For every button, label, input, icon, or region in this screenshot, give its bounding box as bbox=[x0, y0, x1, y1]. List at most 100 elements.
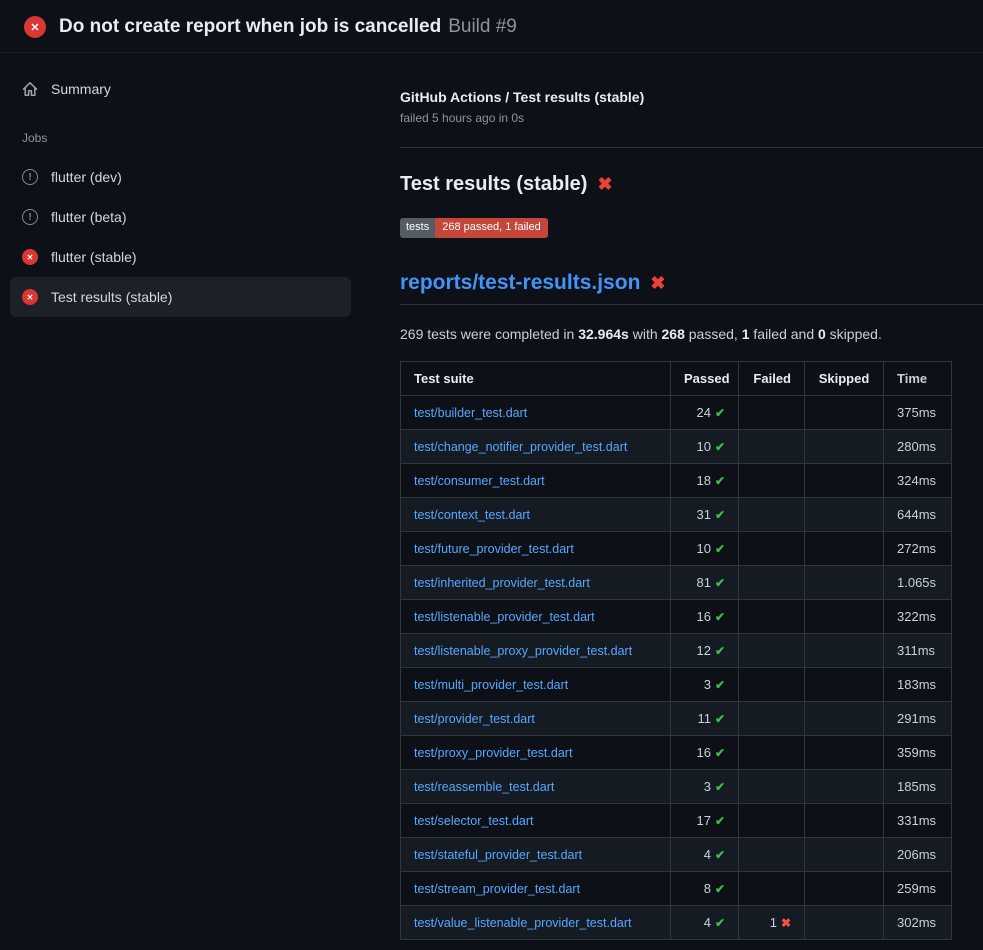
suite-link[interactable]: test/change_notifier_provider_test.dart bbox=[414, 440, 627, 454]
table-row: test/consumer_test.dart18✔324ms bbox=[401, 464, 952, 498]
passed-count: 16 bbox=[696, 745, 710, 760]
sidebar-item-summary[interactable]: Summary bbox=[10, 69, 351, 109]
suite-link[interactable]: test/selector_test.dart bbox=[414, 814, 534, 828]
home-icon bbox=[22, 81, 38, 97]
skipped-cell bbox=[805, 430, 884, 464]
suite-link[interactable]: test/future_provider_test.dart bbox=[414, 542, 574, 556]
summary-part: with bbox=[629, 326, 662, 342]
sidebar-item-label: Summary bbox=[51, 81, 111, 97]
suite-link[interactable]: test/provider_test.dart bbox=[414, 712, 535, 726]
check-icon: ✔ bbox=[715, 440, 725, 454]
passed-cell: 4✔ bbox=[671, 906, 739, 940]
table-row: test/selector_test.dart17✔331ms bbox=[401, 804, 952, 838]
col-header-passed: Passed bbox=[671, 362, 739, 396]
failed-x-icon: ✖ bbox=[650, 273, 665, 294]
passed-count: 16 bbox=[696, 609, 710, 624]
passed-cell: 3✔ bbox=[671, 770, 739, 804]
suite-link[interactable]: test/builder_test.dart bbox=[414, 406, 527, 420]
table-row: test/proxy_provider_test.dart 16✔ 359ms bbox=[401, 736, 952, 770]
check-icon: ✔ bbox=[715, 916, 725, 930]
suite-link[interactable]: test/value_listenable_provider_test.dart bbox=[414, 916, 632, 930]
skipped-cell bbox=[805, 396, 884, 430]
time-cell: 280ms bbox=[884, 430, 952, 464]
time-cell: 359ms bbox=[884, 736, 952, 770]
sidebar-item-job[interactable]: ✕Test results (stable) bbox=[10, 277, 351, 317]
time-cell: 375ms bbox=[884, 396, 952, 430]
check-icon: ✔ bbox=[715, 678, 725, 692]
table-row: test/stream_provider_test.dart8✔259ms bbox=[401, 872, 952, 906]
report-file-link[interactable]: reports/test-results.json bbox=[400, 271, 640, 295]
table-row: test/provider_test.dart11✔291ms bbox=[401, 702, 952, 736]
failed-cell bbox=[739, 600, 805, 634]
time-cell: 324ms bbox=[884, 464, 952, 498]
failed-cell bbox=[739, 736, 805, 770]
passed-count: 31 bbox=[696, 507, 710, 522]
passed-cell: 12✔ bbox=[671, 634, 739, 668]
suite-link[interactable]: test/listenable_provider_test.dart bbox=[414, 610, 595, 624]
summary-text: 269 tests were completed in 32.964s with… bbox=[400, 326, 983, 342]
cross-icon: ✖ bbox=[781, 916, 791, 930]
suite-cell: test/stateful_provider_test.dart bbox=[401, 838, 671, 872]
failed-cell bbox=[739, 770, 805, 804]
tests-badge: tests 268 passed, 1 failed bbox=[400, 218, 548, 238]
sidebar-item-job[interactable]: !flutter (beta) bbox=[10, 197, 351, 237]
table-row: test/builder_test.dart24✔375ms bbox=[401, 396, 952, 430]
build-number: Build #9 bbox=[448, 16, 517, 38]
passed-cell: 8✔ bbox=[671, 872, 739, 906]
suite-link[interactable]: test/stream_provider_test.dart bbox=[414, 882, 580, 896]
skipped-cell bbox=[805, 668, 884, 702]
sidebar-item-job[interactable]: !flutter (dev) bbox=[10, 157, 351, 197]
table-row: test/listenable_proxy_provider_test.dart… bbox=[401, 634, 952, 668]
suite-link[interactable]: test/proxy_provider_test.dart bbox=[414, 746, 572, 760]
check-icon: ✔ bbox=[715, 474, 725, 488]
time-cell: 331ms bbox=[884, 804, 952, 838]
passed-cell: 81✔ bbox=[671, 566, 739, 600]
check-icon: ✔ bbox=[715, 780, 725, 794]
skipped-cell bbox=[805, 600, 884, 634]
section-heading: Test results (stable) ✖ bbox=[400, 173, 983, 196]
passed-cell: 11✔ bbox=[671, 702, 739, 736]
summary-skipped-count: 0 bbox=[818, 326, 826, 342]
sidebar-item-label: Test results (stable) bbox=[51, 289, 172, 305]
suite-cell: test/listenable_provider_test.dart bbox=[401, 600, 671, 634]
suite-link[interactable]: test/listenable_proxy_provider_test.dart bbox=[414, 644, 632, 658]
suite-link[interactable]: test/stateful_provider_test.dart bbox=[414, 848, 582, 862]
passed-count: 4 bbox=[704, 915, 711, 930]
check-icon: ✔ bbox=[715, 848, 725, 862]
jobs-section-label: Jobs bbox=[22, 131, 351, 145]
failed-cell: 1✖ bbox=[739, 906, 805, 940]
passed-cell: 10✔ bbox=[671, 532, 739, 566]
report-heading: reports/test-results.json ✖ bbox=[400, 271, 983, 305]
summary-part: failed and bbox=[750, 326, 819, 342]
sidebar-item-job[interactable]: ✕flutter (stable) bbox=[10, 237, 351, 277]
table-row: test/listenable_provider_test.dart16✔322… bbox=[401, 600, 952, 634]
passed-count: 4 bbox=[704, 847, 711, 862]
sidebar-item-label: flutter (dev) bbox=[51, 169, 122, 185]
summary-part: 269 tests were completed in bbox=[400, 326, 578, 342]
check-icon: ✔ bbox=[715, 576, 725, 590]
suite-link[interactable]: test/inherited_provider_test.dart bbox=[414, 576, 590, 590]
table-row: test/multi_provider_test.dart3✔183ms bbox=[401, 668, 952, 702]
suite-cell: test/reassemble_test.dart bbox=[401, 770, 671, 804]
skipped-cell bbox=[805, 464, 884, 498]
failed-count: 1 bbox=[770, 915, 777, 930]
col-header-failed: Failed bbox=[739, 362, 805, 396]
failed-cell bbox=[739, 430, 805, 464]
time-cell: 644ms bbox=[884, 498, 952, 532]
time-cell: 206ms bbox=[884, 838, 952, 872]
page-header: ✕ Do not create report when job is cance… bbox=[0, 0, 983, 53]
suite-link[interactable]: test/consumer_test.dart bbox=[414, 474, 545, 488]
sidebar: Summary Jobs !flutter (dev)!flutter (bet… bbox=[0, 53, 366, 317]
skipped-cell bbox=[805, 872, 884, 906]
suite-link[interactable]: test/context_test.dart bbox=[414, 508, 530, 522]
suite-link[interactable]: test/reassemble_test.dart bbox=[414, 780, 554, 794]
table-row: test/future_provider_test.dart10✔272ms bbox=[401, 532, 952, 566]
run-meta: failed 5 hours ago in 0s bbox=[400, 111, 983, 125]
col-header-skipped: Skipped bbox=[805, 362, 884, 396]
suite-link[interactable]: test/multi_provider_test.dart bbox=[414, 678, 568, 692]
passed-cell: 16✔ bbox=[671, 736, 739, 770]
suite-cell: test/proxy_provider_test.dart bbox=[401, 736, 671, 770]
passed-cell: 4✔ bbox=[671, 838, 739, 872]
suite-cell: test/inherited_provider_test.dart bbox=[401, 566, 671, 600]
failed-cell bbox=[739, 872, 805, 906]
